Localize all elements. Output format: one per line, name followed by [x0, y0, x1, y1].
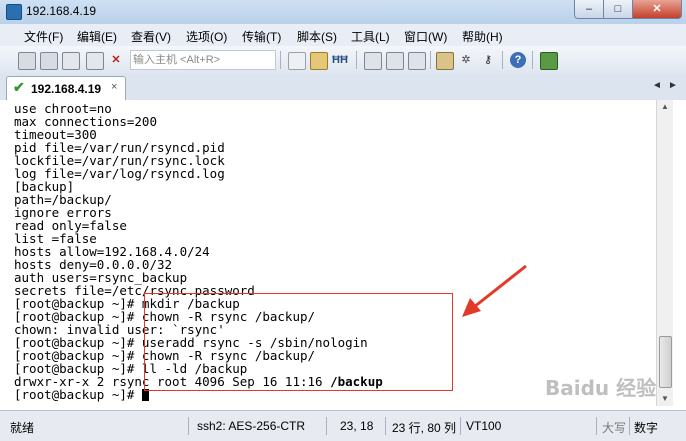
toolbar-separator	[532, 51, 533, 69]
window-title: 192.168.4.19	[26, 4, 97, 18]
status-ready: 就绪	[10, 421, 35, 435]
status-cipher: ssh2: AES-256-CTR	[197, 419, 306, 433]
menu-transfer[interactable]: 传输(T)	[242, 28, 281, 45]
maximize-button[interactable]: □	[603, 0, 633, 19]
tab-strip: ✔ 192.168.4.19 × ◄ ►	[0, 74, 686, 100]
status-divider	[326, 417, 327, 435]
status-divider	[188, 417, 189, 435]
status-caps-lock: 大写	[602, 421, 627, 435]
status-bar: 就绪 ssh2: AES-256-CTR 23, 18 23 行, 80 列 V…	[0, 410, 686, 441]
disconnect-icon[interactable]: ✕	[108, 52, 124, 68]
status-divider	[460, 417, 461, 435]
session-options-icon[interactable]	[436, 52, 454, 70]
sftp-icon[interactable]	[408, 52, 426, 70]
status-num-lock: 数字	[634, 421, 659, 435]
global-options-icon[interactable]: ✲	[458, 52, 474, 68]
key-icon[interactable]: ⚷	[480, 52, 496, 68]
connected-check-icon: ✔	[13, 79, 25, 95]
tab-scroll-right-icon[interactable]: ►	[668, 80, 678, 91]
copy-icon[interactable]	[288, 52, 306, 70]
toolbar-separator	[280, 51, 281, 69]
connect-tab-icon[interactable]	[62, 52, 80, 70]
terminal-line: read only=false	[14, 218, 127, 233]
menu-tools[interactable]: 工具(L)	[351, 28, 390, 45]
print-setup-icon[interactable]	[386, 52, 404, 70]
reconnect-icon[interactable]	[86, 52, 104, 70]
tab-label: 192.168.4.19	[31, 82, 102, 96]
terminal-line: max connections=200	[14, 114, 157, 129]
terminal-line: log file=/var/log/rsyncd.log	[14, 166, 225, 181]
toolbar-separator	[430, 51, 431, 69]
paste-icon[interactable]	[310, 52, 328, 70]
status-divider	[385, 417, 386, 435]
status-divider	[629, 417, 630, 435]
scroll-down-icon[interactable]: ▼	[657, 392, 673, 406]
help-icon[interactable]: ?	[510, 52, 526, 68]
app-icon	[6, 4, 22, 20]
menu-options[interactable]: 选项(O)	[186, 28, 227, 45]
print-icon[interactable]	[364, 52, 382, 70]
menu-window[interactable]: 窗口(W)	[404, 28, 447, 45]
scrollbar-thumb[interactable]	[659, 336, 672, 388]
tab-session[interactable]: ✔ 192.168.4.19 ×	[6, 76, 126, 100]
status-divider	[596, 417, 597, 435]
find-icon[interactable]: ĦĦ	[332, 52, 348, 68]
menu-bar: 文件(F) 编辑(E) 查看(V) 选项(O) 传输(T) 脚本(S) 工具(L…	[0, 24, 686, 46]
menu-edit[interactable]: 编辑(E)	[77, 28, 117, 45]
connect-icon[interactable]	[18, 52, 36, 70]
status-rows-cols: 23 行, 80 列	[392, 421, 457, 435]
minimize-button[interactable]: –	[574, 0, 604, 19]
toolbar-separator	[356, 51, 357, 69]
watermark: Baidu 经验	[545, 376, 657, 400]
menu-script[interactable]: 脚本(S)	[297, 28, 337, 45]
host-input[interactable]: 输入主机 <Alt+R>	[130, 50, 276, 70]
close-button[interactable]: ✕	[632, 0, 682, 19]
app-icon[interactable]	[540, 52, 558, 70]
quick-connect-icon[interactable]	[40, 52, 58, 70]
status-terminal-type: VT100	[466, 419, 502, 433]
menu-file[interactable]: 文件(F)	[24, 28, 63, 45]
tab-close-icon[interactable]: ×	[111, 81, 117, 93]
toolbar: ✕ 输入主机 <Alt+R> ĦĦ ✲ ⚷ ?	[0, 46, 686, 75]
terminal-prompt: [root@backup ~]#	[14, 387, 142, 402]
tab-scroll-left-icon[interactable]: ◄	[652, 80, 662, 91]
toolbar-separator	[502, 51, 503, 69]
menu-view[interactable]: 查看(V)	[131, 28, 171, 45]
status-cursor-position: 23, 18	[340, 419, 374, 433]
annotation-highlight-box	[144, 293, 453, 391]
scroll-up-icon[interactable]: ▲	[657, 100, 673, 114]
menu-help[interactable]: 帮助(H)	[462, 28, 503, 45]
title-bar: 192.168.4.19 – □ ✕	[0, 0, 686, 25]
vertical-scrollbar[interactable]: ▲ ▼	[656, 100, 673, 406]
